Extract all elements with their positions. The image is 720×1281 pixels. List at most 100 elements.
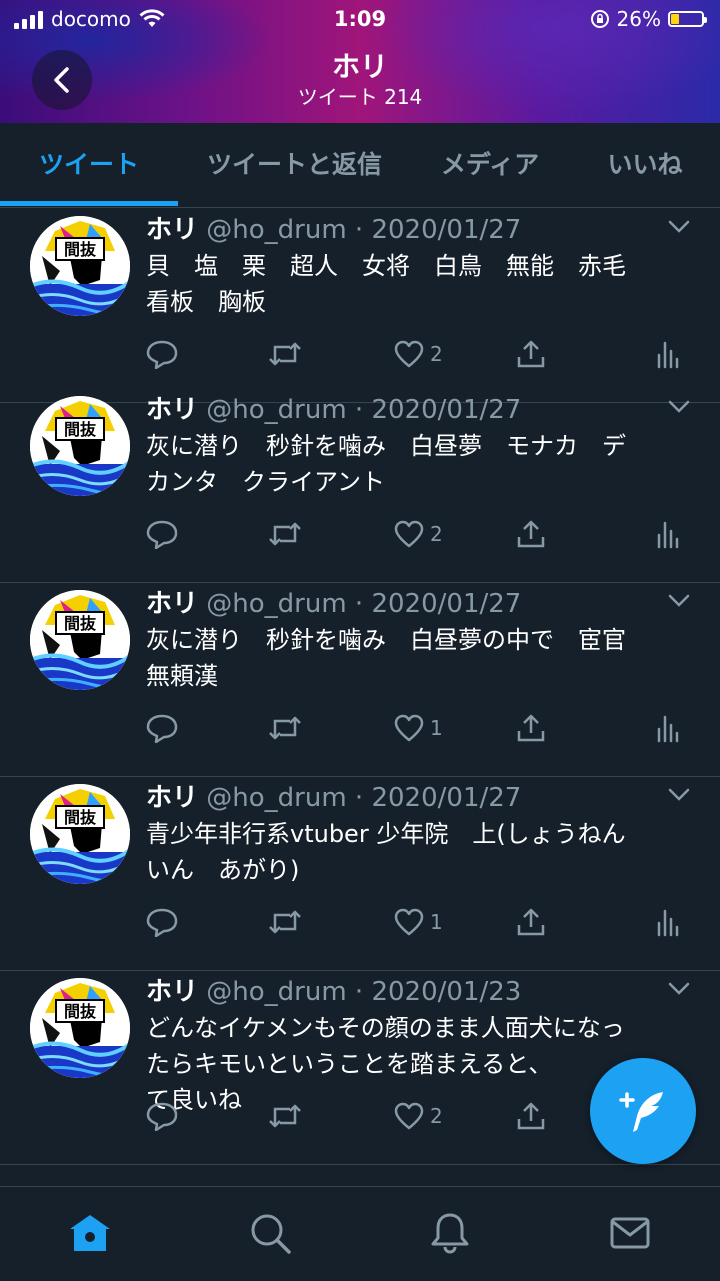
retweet-button[interactable] — [268, 710, 302, 746]
tweet-date[interactable]: 2020/01/27 — [371, 215, 521, 245]
tweet-actions: 1 — [146, 904, 691, 940]
reply-icon — [146, 520, 178, 549]
heart-icon — [394, 520, 424, 548]
retweet-icon — [269, 910, 301, 934]
tweet[interactable]: 間抜 ホリ @ho_drum · 2020/01/27 灰に潜り 秒針を噛み 白… — [0, 582, 720, 777]
analytics-icon — [657, 341, 679, 369]
tweet[interactable]: 間抜 ホリ @ho_drum · 2020/01/27 貝 塩 栗 超人 女将 … — [0, 208, 720, 403]
author-handle[interactable]: @ho_drum — [206, 783, 346, 813]
author-name[interactable]: ホリ — [146, 395, 198, 425]
share-button[interactable] — [516, 1098, 546, 1134]
nav-home[interactable] — [68, 1211, 112, 1255]
like-button[interactable]: 2 — [394, 1098, 443, 1134]
reply-icon — [146, 908, 178, 937]
analytics-icon — [657, 715, 679, 743]
tweet-date[interactable]: 2020/01/27 — [371, 589, 521, 619]
nav-messages[interactable] — [608, 1211, 652, 1255]
retweet-button[interactable] — [268, 336, 302, 372]
retweet-button[interactable] — [268, 516, 302, 552]
like-count: 1 — [430, 716, 443, 740]
like-button[interactable]: 2 — [394, 516, 443, 552]
analytics-button[interactable] — [656, 710, 680, 746]
author-handle[interactable]: @ho_drum — [206, 977, 346, 1007]
chevron-down-icon[interactable] — [668, 982, 690, 996]
battery-icon — [668, 11, 707, 27]
retweet-button[interactable] — [268, 904, 302, 940]
share-button[interactable] — [516, 904, 546, 940]
tweet-text: 灰に潜り 秒針を噛み 白昼夢の中で 宦官 無頼漢 — [146, 626, 626, 690]
home-icon — [70, 1215, 110, 1251]
tab-media[interactable]: メディア — [410, 123, 570, 207]
tweet-actions: 1 — [146, 710, 691, 746]
chevron-down-icon[interactable] — [668, 788, 690, 802]
reply-button[interactable] — [146, 710, 178, 746]
analytics-button[interactable] — [656, 336, 680, 372]
avatar[interactable]: 間抜 — [30, 590, 130, 690]
reply-button[interactable] — [146, 516, 178, 552]
like-count: 2 — [430, 1104, 443, 1128]
chevron-down-icon[interactable] — [668, 594, 690, 608]
avatar[interactable]: 間抜 — [30, 978, 130, 1078]
author-handle[interactable]: @ho_drum — [206, 215, 346, 245]
active-tab-indicator — [0, 201, 178, 206]
like-button[interactable]: 2 — [394, 336, 443, 372]
reply-button[interactable] — [146, 904, 178, 940]
avatar-text: 間抜 — [64, 808, 97, 827]
avatar-text: 間抜 — [64, 1002, 97, 1021]
tab-tweets[interactable]: ツイート — [0, 123, 178, 207]
share-icon — [517, 520, 545, 548]
status-bar: docomo 1:09 26% — [0, 0, 720, 40]
heart-icon — [394, 1102, 424, 1130]
author-name[interactable]: ホリ — [146, 589, 198, 619]
author-handle[interactable]: @ho_drum — [206, 589, 346, 619]
retweet-button[interactable] — [268, 1098, 302, 1134]
share-icon — [517, 908, 545, 936]
avatar[interactable]: 間抜 — [30, 216, 130, 316]
retweet-icon — [269, 522, 301, 546]
share-button[interactable] — [516, 336, 546, 372]
share-button[interactable] — [516, 710, 546, 746]
tweet[interactable]: 間抜 ホリ @ho_drum · 2020/01/27 青少年非行系vtuber… — [0, 776, 720, 971]
share-icon — [517, 340, 545, 368]
profile-header: docomo 1:09 26% ホリ ツイート 214 — [0, 0, 720, 123]
search-icon — [251, 1214, 291, 1254]
avatar[interactable]: 間抜 — [30, 784, 130, 884]
author-name[interactable]: ホリ — [146, 783, 198, 813]
like-button[interactable]: 1 — [394, 710, 443, 746]
tweet[interactable]: 間抜 ホリ @ho_drum · 2020/01/27 灰に潜り 秒針を噛み 白… — [0, 388, 720, 583]
heart-icon — [394, 908, 424, 936]
avatar[interactable]: 間抜 — [30, 396, 130, 496]
like-count: 2 — [430, 342, 443, 366]
reply-icon — [146, 714, 178, 743]
analytics-button[interactable] — [656, 516, 680, 552]
chevron-down-icon[interactable] — [668, 220, 690, 234]
tweet-date[interactable]: 2020/01/23 — [371, 977, 521, 1007]
analytics-icon — [657, 521, 679, 549]
analytics-button[interactable] — [656, 904, 680, 940]
reply-button[interactable] — [146, 1098, 178, 1134]
heart-icon — [394, 340, 424, 368]
tweet-text: 青少年非行系vtuber 少年院 上(しょうねん いん あがり) — [146, 820, 626, 884]
reply-button[interactable] — [146, 336, 178, 372]
tweet-count: ツイート 214 — [297, 85, 423, 109]
author-name[interactable]: ホリ — [146, 977, 198, 1007]
tweet-date[interactable]: 2020/01/27 — [371, 395, 521, 425]
author-name[interactable]: ホリ — [146, 215, 198, 245]
tab-tweets-and-replies[interactable]: ツイートと返信 — [182, 123, 407, 207]
bell-icon — [431, 1213, 469, 1254]
orientation-lock-icon — [590, 10, 609, 28]
tab-likes[interactable]: いいね — [585, 123, 705, 207]
share-button[interactable] — [516, 516, 546, 552]
chevron-down-icon[interactable] — [668, 400, 690, 414]
retweet-icon — [269, 342, 301, 366]
share-icon — [517, 1102, 545, 1130]
reply-icon — [146, 1102, 178, 1131]
nav-search[interactable] — [248, 1211, 292, 1255]
tweet-actions: 2 — [146, 516, 691, 552]
tweet-date[interactable]: 2020/01/27 — [371, 783, 521, 813]
compose-tweet-button[interactable] — [590, 1058, 696, 1164]
nav-notifications[interactable] — [428, 1211, 472, 1255]
reply-icon — [146, 340, 178, 369]
like-button[interactable]: 1 — [394, 904, 443, 940]
author-handle[interactable]: @ho_drum — [206, 395, 346, 425]
